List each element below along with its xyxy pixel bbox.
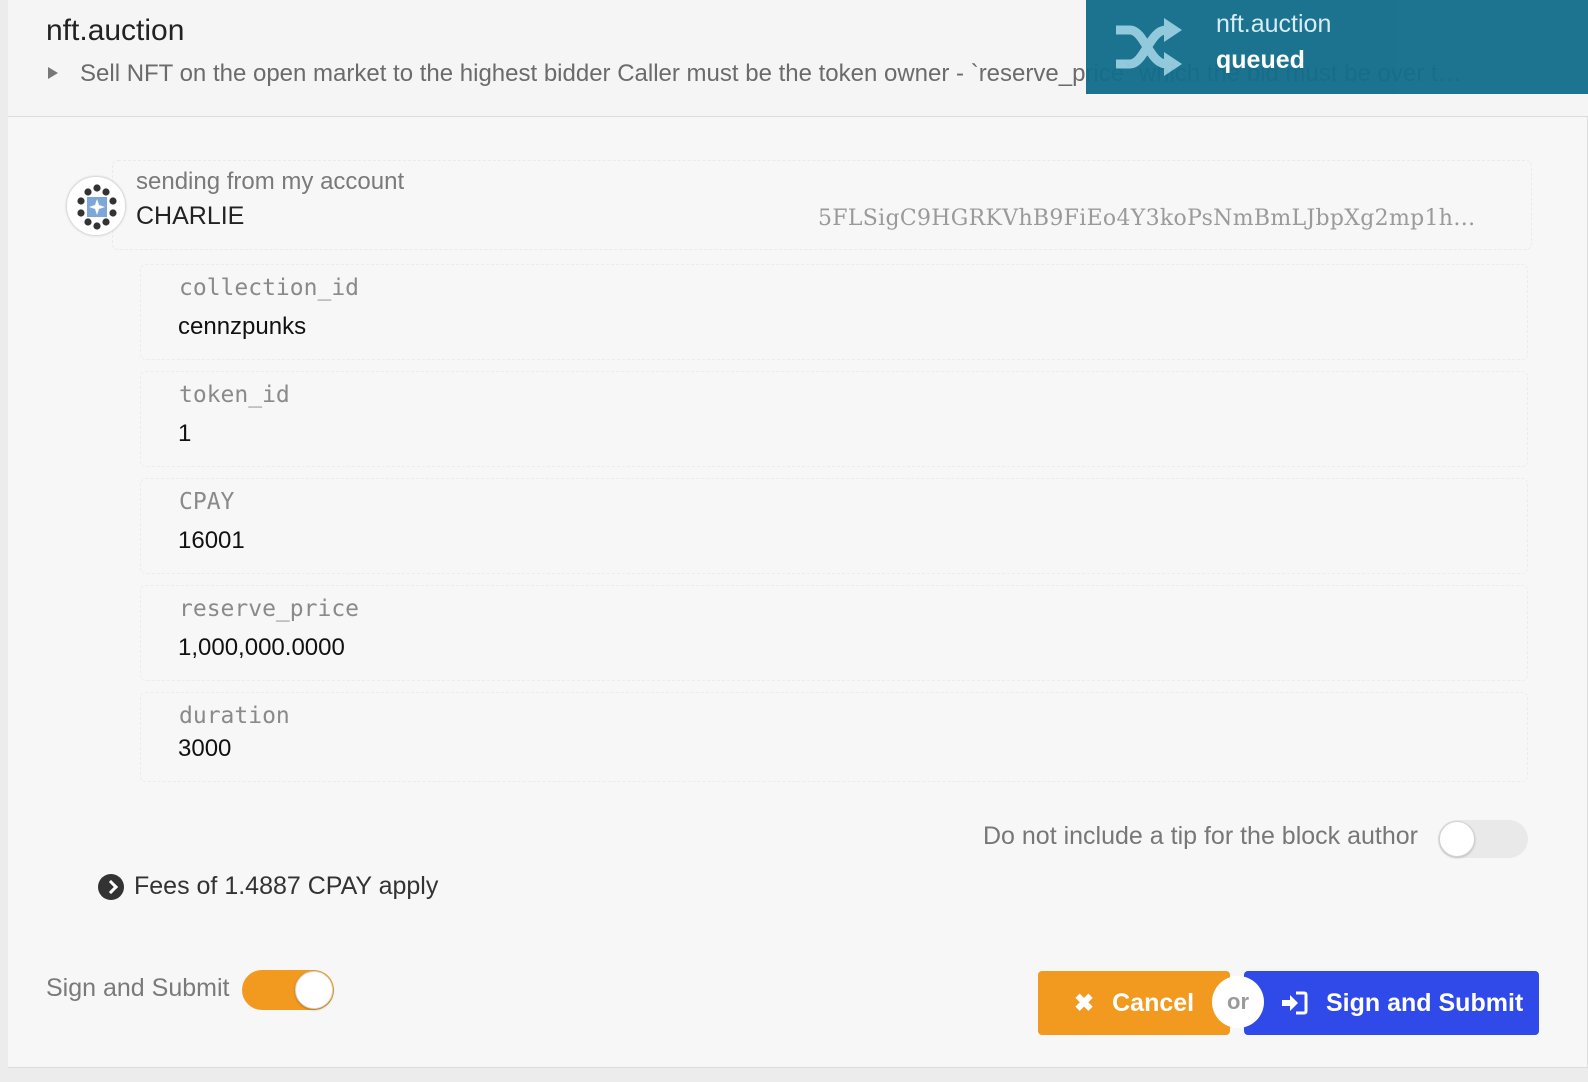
param-value[interactable]: 16001 xyxy=(178,527,245,555)
cancel-button-label: Cancel xyxy=(1112,988,1195,1017)
account-name: CHARLIE xyxy=(136,202,245,230)
param-label: duration xyxy=(179,703,290,729)
sign-and-submit-label: Sign and Submit xyxy=(1326,988,1524,1017)
param-value[interactable]: 1,000,000.0000 xyxy=(178,634,345,662)
param-duration[interactable]: duration 3000 xyxy=(140,692,1528,782)
param-label: reserve_price xyxy=(179,596,360,622)
expand-triangle-icon[interactable] xyxy=(48,66,58,79)
tip-toggle-label: Do not include a tip for the block autho… xyxy=(983,822,1418,850)
param-reserve-price[interactable]: reserve_price 1,000,000.0000 xyxy=(140,585,1528,681)
shuffle-icon xyxy=(1116,18,1182,76)
account-avatar-icon xyxy=(66,176,126,236)
sign-in-icon xyxy=(1282,991,1308,1015)
status-state: queued xyxy=(1216,46,1305,74)
param-cpay[interactable]: CPAY 16001 xyxy=(140,478,1528,574)
param-label: collection_id xyxy=(179,275,360,301)
param-collection-id[interactable]: collection_id cennzpunks xyxy=(140,264,1528,360)
toggle-knob xyxy=(1439,821,1475,857)
status-title: nft.auction xyxy=(1216,10,1332,38)
sign-and-submit-button[interactable]: Sign and Submit xyxy=(1244,971,1539,1035)
page-title: nft.auction xyxy=(46,14,185,47)
param-value[interactable]: 1 xyxy=(178,420,191,448)
account-address: 5FLSigC9HGRKVhB9FiEo4Y3koPsNmBmLJbpXg2mp… xyxy=(818,206,1476,231)
status-notification: nft.auction queued xyxy=(1086,0,1588,94)
param-label: token_id xyxy=(179,382,290,408)
param-label: CPAY xyxy=(179,489,235,515)
param-value[interactable]: cennzpunks xyxy=(178,313,306,341)
account-label: sending from my account xyxy=(136,168,405,195)
cancel-button[interactable]: ✖ Cancel xyxy=(1038,971,1230,1035)
fees-text: Fees of 1.4887 CPAY apply xyxy=(134,872,439,900)
sign-toggle-label: Sign and Submit xyxy=(46,974,230,1002)
param-value[interactable]: 3000 xyxy=(178,735,231,763)
extrinsic-modal: nft.auction Sell NFT on the open market … xyxy=(8,0,1588,1068)
param-token-id[interactable]: token_id 1 xyxy=(140,371,1528,467)
tip-toggle[interactable] xyxy=(1438,820,1528,858)
or-separator: or xyxy=(1212,976,1264,1028)
fees-expander[interactable]: Fees of 1.4887 CPAY apply xyxy=(98,872,438,901)
close-icon: ✖ xyxy=(1074,989,1095,1017)
toggle-knob xyxy=(295,971,333,1009)
chevron-right-circle-icon xyxy=(98,873,124,900)
sign-and-submit-toggle[interactable] xyxy=(242,970,334,1010)
